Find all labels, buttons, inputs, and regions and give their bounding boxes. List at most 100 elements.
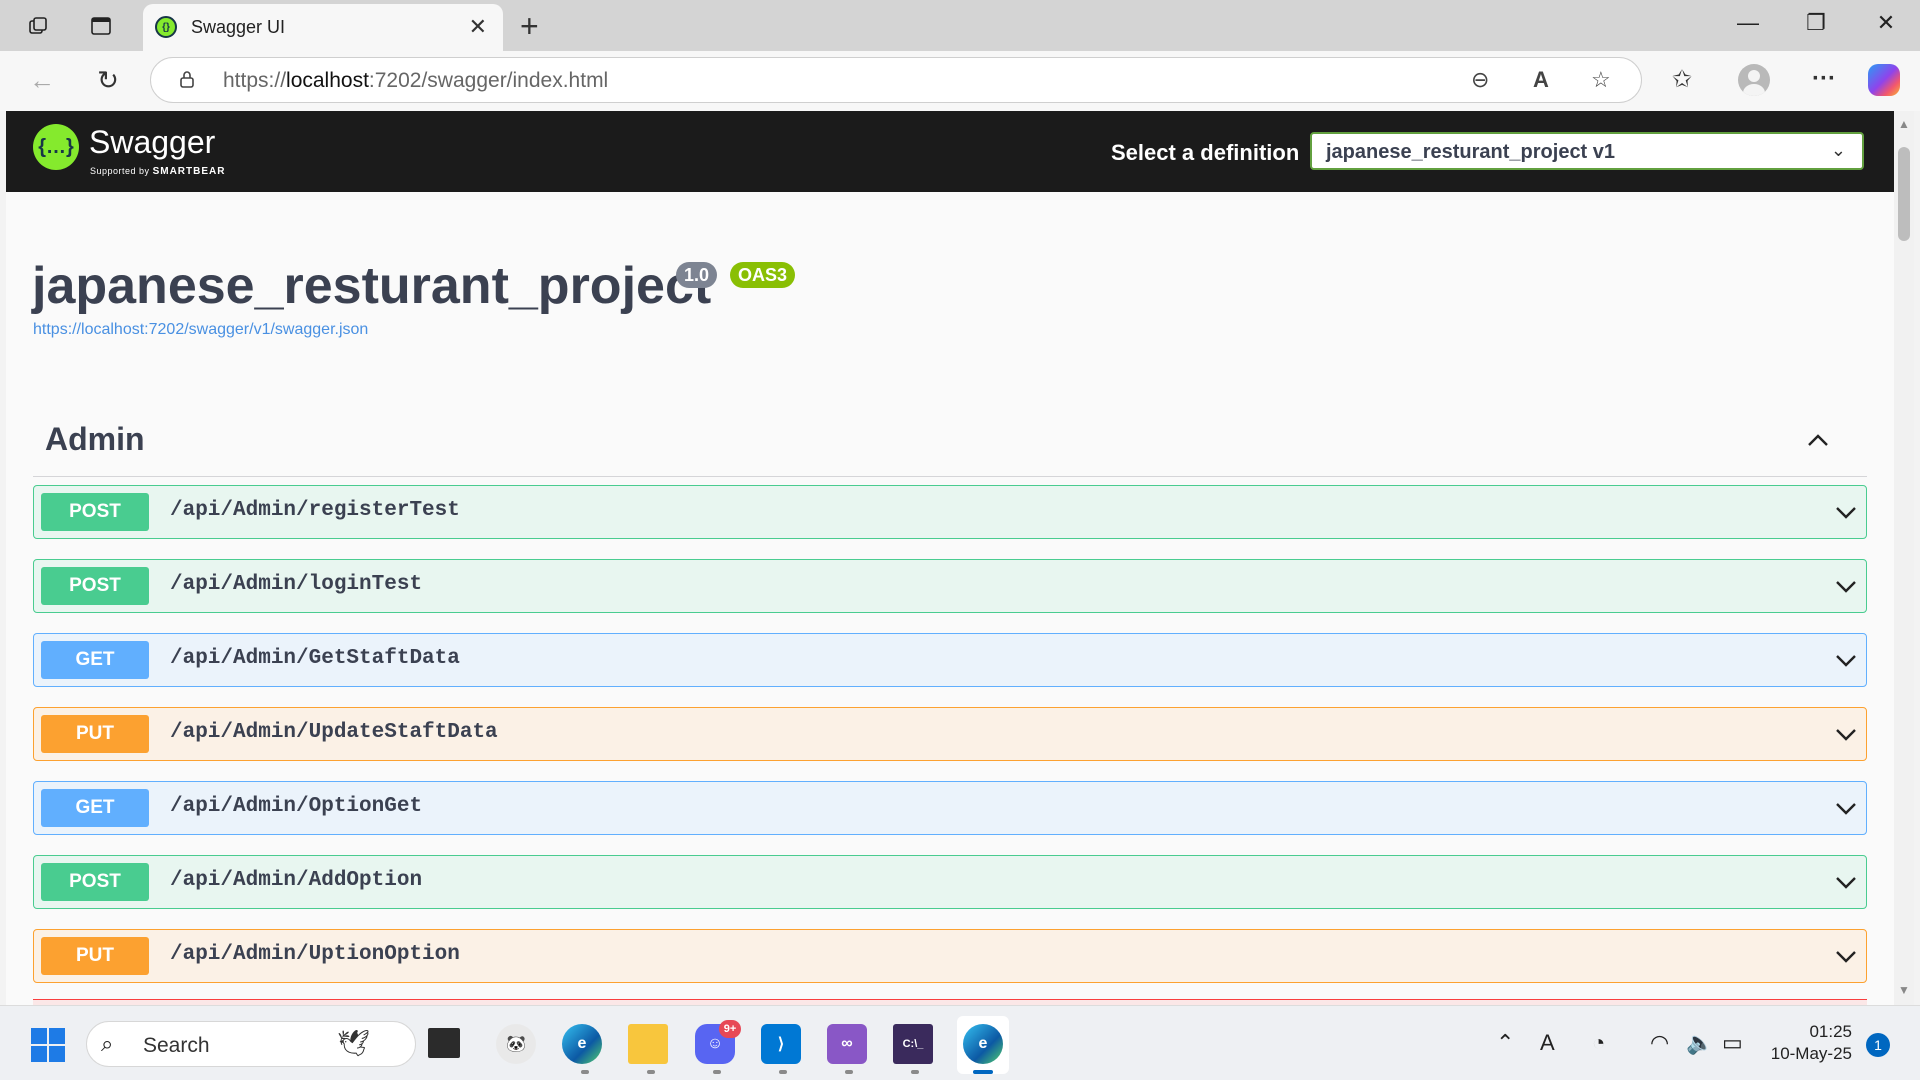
app-running-dot bbox=[581, 1070, 589, 1074]
chevron-down-icon[interactable] bbox=[1834, 574, 1858, 598]
workspaces-icon[interactable] bbox=[26, 13, 52, 39]
input-method-icon[interactable]: A bbox=[1540, 1030, 1555, 1056]
operation-row[interactable]: POST/api/Admin/loginTest bbox=[33, 559, 1867, 613]
search-highlight-birds-icon: 🕊 bbox=[337, 1028, 371, 1058]
method-badge: POST bbox=[41, 863, 149, 901]
wifi-icon[interactable]: ◠ bbox=[1650, 1030, 1669, 1056]
edge-icon[interactable]: e bbox=[562, 1024, 602, 1064]
chevron-down-icon[interactable] bbox=[1834, 944, 1858, 968]
read-aloud-icon[interactable]: A bbox=[1533, 67, 1549, 93]
spec-url-link[interactable]: https://localhost:7202/swagger/v1/swagge… bbox=[33, 321, 368, 339]
browser-tab-strip: {} Swagger UI ✕ + — ❐ ✕ bbox=[0, 0, 1920, 51]
more-menu-icon[interactable]: ··· bbox=[1812, 65, 1836, 93]
clock-date: 10-May-25 bbox=[1770, 1044, 1852, 1063]
definition-select[interactable]: japanese_resturant_project v1 ⌄ bbox=[1310, 132, 1864, 170]
chevron-down-icon[interactable] bbox=[1834, 500, 1858, 524]
tab-close-icon[interactable]: ✕ bbox=[469, 14, 487, 40]
volume-icon[interactable]: 🔈 bbox=[1686, 1030, 1713, 1056]
edge-active-icon[interactable]: e bbox=[963, 1024, 1003, 1064]
method-badge: GET bbox=[41, 641, 149, 679]
app-panda-icon[interactable]: 🐼 bbox=[496, 1024, 536, 1064]
address-bar[interactable]: https://localhost:7202/swagger/index.htm… bbox=[150, 57, 1642, 103]
operation-path: /api/Admin/GetStaftData bbox=[170, 647, 460, 670]
tray-overflow-icon[interactable]: ⌃ bbox=[1496, 1030, 1514, 1056]
definition-label: Select a definition bbox=[1111, 140, 1300, 165]
scroll-up-icon[interactable]: ▲ bbox=[1898, 117, 1910, 131]
operation-path: /api/Admin/AddOption bbox=[170, 869, 423, 892]
browser-tab-swagger[interactable]: {} Swagger UI ✕ bbox=[143, 4, 503, 51]
url-text[interactable]: https://localhost:7202/swagger/index.htm… bbox=[223, 69, 608, 93]
operation-path: /api/Admin/OptionGet bbox=[170, 795, 423, 818]
operation-path: /api/Admin/UpdateStaftData bbox=[170, 721, 498, 744]
zoom-out-icon[interactable]: ⊖ bbox=[1471, 67, 1489, 93]
search-icon: ⌕ bbox=[101, 1031, 114, 1056]
swagger-logo-icon[interactable]: {…} bbox=[33, 124, 79, 170]
app-running-dot bbox=[779, 1070, 787, 1074]
operation-path: /api/Admin/loginTest bbox=[170, 573, 423, 596]
app-running-dot bbox=[713, 1070, 721, 1074]
app-running-dot bbox=[911, 1070, 919, 1074]
file-explorer-icon[interactable] bbox=[628, 1024, 668, 1064]
page-scrollbar[interactable]: ▲ ▼ bbox=[1894, 111, 1914, 1005]
tag-admin-title[interactable]: Admin bbox=[45, 421, 145, 458]
operation-path: /api/Admin/UptionOption bbox=[170, 943, 460, 966]
definition-select-value: japanese_resturant_project v1 bbox=[1326, 141, 1616, 163]
chevron-down-icon[interactable] bbox=[1834, 870, 1858, 894]
operation-row[interactable]: PUT/api/Admin/UptionOption bbox=[33, 929, 1867, 983]
restore-icon[interactable]: ❐ bbox=[1796, 10, 1836, 36]
swagger-favicon-icon: {} bbox=[155, 16, 177, 38]
operation-row[interactable]: POST/api/Admin/registerTest bbox=[33, 485, 1867, 539]
visual-studio-icon[interactable]: ∞ bbox=[827, 1024, 867, 1064]
chevron-up-icon[interactable] bbox=[1806, 428, 1830, 452]
swagger-brand-sub: Supported by SMARTBEAR bbox=[90, 166, 226, 177]
method-badge: PUT bbox=[41, 937, 149, 975]
app-active-dot bbox=[973, 1070, 993, 1074]
method-badge: POST bbox=[41, 567, 149, 605]
terminal-icon[interactable]: C:\_ bbox=[893, 1024, 933, 1064]
swagger-brand[interactable]: Swagger bbox=[89, 124, 215, 161]
version-badge: 1.0 bbox=[676, 262, 718, 288]
chevron-down-icon[interactable] bbox=[1834, 796, 1858, 820]
favorite-star-icon[interactable]: ☆ bbox=[1591, 67, 1611, 93]
new-tab-icon[interactable]: + bbox=[520, 8, 539, 45]
operation-row[interactable]: POST/api/Admin/AddOption bbox=[33, 855, 1867, 909]
tray-app-icon[interactable]: ◔ bbox=[1592, 1030, 1605, 1056]
chevron-down-icon[interactable] bbox=[1834, 648, 1858, 672]
api-title: japanese_resturant_project bbox=[32, 257, 712, 315]
swagger-topbar: {…} Swagger Supported by SMARTBEAR Selec… bbox=[6, 111, 1894, 192]
notification-badge[interactable]: 1 bbox=[1866, 1033, 1890, 1057]
chevron-down-icon: ⌄ bbox=[1830, 140, 1846, 160]
windows-start-icon[interactable] bbox=[31, 1028, 65, 1062]
lock-icon[interactable] bbox=[179, 70, 195, 88]
method-badge: PUT bbox=[41, 715, 149, 753]
operation-row[interactable]: GET/api/Admin/OptionGet bbox=[33, 781, 1867, 835]
back-icon[interactable]: ← bbox=[26, 65, 58, 96]
favorites-icon[interactable]: ✩ bbox=[1672, 65, 1692, 94]
address-toolbar: ← ↻ https://localhost:7202/swagger/index… bbox=[0, 51, 1920, 111]
windows-taskbar: ⌕ Search 🕊 🐼 e ☺ 9+ ⟩ ∞ C:\_ e ⌃ A ◔ ◠ 🔈… bbox=[0, 1005, 1920, 1080]
vscode-icon[interactable]: ⟩ bbox=[761, 1024, 801, 1064]
minimize-icon[interactable]: — bbox=[1728, 10, 1768, 36]
clock[interactable]: 01:25 10-May-25 bbox=[1760, 1021, 1852, 1065]
profile-avatar[interactable] bbox=[1738, 64, 1770, 96]
scroll-down-icon[interactable]: ▼ bbox=[1898, 983, 1910, 997]
copilot-icon[interactable] bbox=[1868, 64, 1900, 96]
app-running-dot bbox=[647, 1070, 655, 1074]
taskbar-search[interactable]: ⌕ Search 🕊 bbox=[86, 1021, 416, 1067]
operation-row[interactable]: PUT/api/Admin/UpdateStaftData bbox=[33, 707, 1867, 761]
tag-divider bbox=[33, 476, 1867, 477]
window-close-icon[interactable]: ✕ bbox=[1866, 10, 1906, 36]
chevron-down-icon[interactable] bbox=[1834, 722, 1858, 746]
app-running-dot bbox=[845, 1070, 853, 1074]
operation-row[interactable]: GET/api/Admin/GetStaftData bbox=[33, 633, 1867, 687]
task-view-icon[interactable] bbox=[428, 1028, 460, 1058]
refresh-icon[interactable]: ↻ bbox=[92, 65, 124, 96]
tab-actions-icon[interactable] bbox=[88, 13, 114, 39]
operation-path: /api/Admin/registerTest bbox=[170, 499, 460, 522]
battery-icon[interactable]: ▭ bbox=[1722, 1030, 1743, 1056]
clock-time: 01:25 bbox=[1809, 1022, 1852, 1041]
oas-badge: OAS3 bbox=[730, 262, 796, 288]
discord-badge: 9+ bbox=[719, 1020, 741, 1038]
tab-title: Swagger UI bbox=[191, 17, 286, 37]
scrollbar-thumb[interactable] bbox=[1898, 147, 1910, 241]
